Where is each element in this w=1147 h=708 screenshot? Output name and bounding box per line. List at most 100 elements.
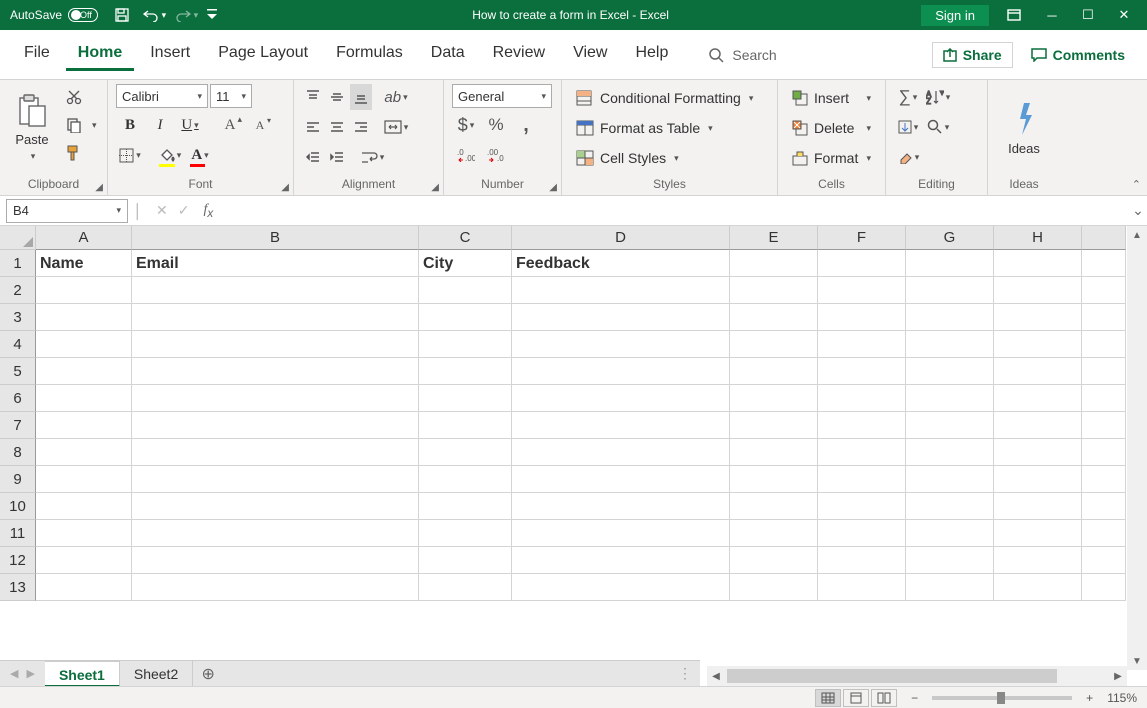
zoom-in-button[interactable]: + <box>1086 691 1093 705</box>
cell[interactable] <box>1082 520 1126 547</box>
italic-button[interactable]: I <box>146 112 174 138</box>
cell[interactable] <box>730 250 818 277</box>
cell[interactable] <box>906 358 994 385</box>
cell[interactable] <box>818 385 906 412</box>
vertical-scrollbar[interactable]: ▲▼ <box>1127 226 1147 670</box>
tell-me-search[interactable]: Search <box>708 47 776 63</box>
row-header[interactable]: 3 <box>0 304 36 331</box>
cell[interactable] <box>906 466 994 493</box>
align-center-button[interactable] <box>326 114 348 140</box>
cell[interactable] <box>1082 574 1126 601</box>
cell[interactable] <box>36 520 132 547</box>
tab-help[interactable]: Help <box>623 38 680 71</box>
cell[interactable] <box>419 439 512 466</box>
cell[interactable] <box>818 250 906 277</box>
row-header[interactable]: 11 <box>0 520 36 547</box>
cell[interactable] <box>818 466 906 493</box>
bold-button[interactable]: B <box>116 112 144 138</box>
cell[interactable] <box>36 277 132 304</box>
cell[interactable] <box>36 574 132 601</box>
cell[interactable] <box>994 439 1082 466</box>
comments-button[interactable]: Comments <box>1021 43 1135 67</box>
underline-button[interactable]: U▾ <box>176 112 204 138</box>
row-header[interactable]: 6 <box>0 385 36 412</box>
cell[interactable] <box>132 493 419 520</box>
cell[interactable] <box>818 439 906 466</box>
cell[interactable] <box>818 574 906 601</box>
format-cells-button[interactable]: Format▾ <box>786 144 877 172</box>
ideas-button[interactable]: Ideas <box>996 84 1052 172</box>
signin-button[interactable]: Sign in <box>921 5 989 26</box>
cell[interactable] <box>906 277 994 304</box>
cell[interactable] <box>419 574 512 601</box>
percent-format-button[interactable]: % <box>482 112 510 138</box>
cell[interactable] <box>818 493 906 520</box>
insert-cells-button[interactable]: Insert▾ <box>786 84 877 112</box>
cell[interactable] <box>1082 385 1126 412</box>
cell[interactable]: Name <box>36 250 132 277</box>
cell[interactable] <box>906 385 994 412</box>
cell[interactable] <box>512 493 730 520</box>
cell[interactable] <box>730 547 818 574</box>
row-header[interactable]: 2 <box>0 277 36 304</box>
cell[interactable] <box>906 250 994 277</box>
cell[interactable] <box>994 466 1082 493</box>
cell[interactable] <box>730 385 818 412</box>
cell[interactable] <box>132 331 419 358</box>
cell[interactable] <box>994 358 1082 385</box>
cell[interactable] <box>994 331 1082 358</box>
tab-file[interactable]: File <box>12 38 62 71</box>
dialog-launcher-icon[interactable]: ◢ <box>431 182 439 193</box>
dialog-launcher-icon[interactable]: ◢ <box>281 182 289 193</box>
cell[interactable] <box>1082 493 1126 520</box>
find-select-button[interactable]: ▾ <box>924 114 952 140</box>
cell[interactable] <box>818 331 906 358</box>
cell[interactable] <box>512 466 730 493</box>
dialog-launcher-icon[interactable]: ◢ <box>549 182 557 193</box>
wrap-text-button[interactable]: ▾ <box>358 144 386 170</box>
increase-indent-button[interactable] <box>326 144 348 170</box>
save-icon[interactable] <box>108 3 136 27</box>
cell[interactable] <box>36 304 132 331</box>
cell[interactable] <box>730 412 818 439</box>
autosum-button[interactable]: ∑▾ <box>894 84 922 110</box>
cell[interactable] <box>419 331 512 358</box>
cell[interactable] <box>730 466 818 493</box>
page-break-view-button[interactable] <box>871 689 897 707</box>
tab-review[interactable]: Review <box>481 38 557 71</box>
cell[interactable] <box>36 466 132 493</box>
cell[interactable] <box>132 547 419 574</box>
cell[interactable] <box>36 439 132 466</box>
clear-button[interactable]: ▾ <box>894 144 922 170</box>
row-header[interactable]: 1 <box>0 250 36 277</box>
cell[interactable] <box>730 439 818 466</box>
ribbon-display-icon[interactable] <box>1007 9 1025 21</box>
cell[interactable] <box>818 304 906 331</box>
customize-qat-icon[interactable] <box>204 3 220 27</box>
copy-button[interactable] <box>60 112 88 138</box>
sheet-tab[interactable]: Sheet2 <box>120 661 193 687</box>
cell[interactable] <box>994 574 1082 601</box>
delete-cells-button[interactable]: Delete▾ <box>786 114 877 142</box>
row-header[interactable]: 5 <box>0 358 36 385</box>
cell[interactable] <box>132 466 419 493</box>
cell[interactable] <box>512 547 730 574</box>
column-header[interactable]: F <box>818 226 906 250</box>
cell[interactable] <box>1082 331 1126 358</box>
cell[interactable] <box>818 520 906 547</box>
cell[interactable] <box>419 466 512 493</box>
cell[interactable] <box>36 412 132 439</box>
cell[interactable] <box>512 412 730 439</box>
cell[interactable] <box>994 385 1082 412</box>
next-sheet-icon[interactable]: ▶ <box>26 667 34 680</box>
cell[interactable] <box>419 277 512 304</box>
cell[interactable] <box>132 520 419 547</box>
format-painter-button[interactable] <box>60 140 88 166</box>
align-right-button[interactable] <box>350 114 372 140</box>
cell[interactable] <box>36 385 132 412</box>
cell[interactable] <box>730 520 818 547</box>
prev-sheet-icon[interactable]: ◀ <box>10 667 18 680</box>
cell[interactable] <box>1082 304 1126 331</box>
column-header[interactable]: B <box>132 226 419 250</box>
cell[interactable] <box>132 385 419 412</box>
